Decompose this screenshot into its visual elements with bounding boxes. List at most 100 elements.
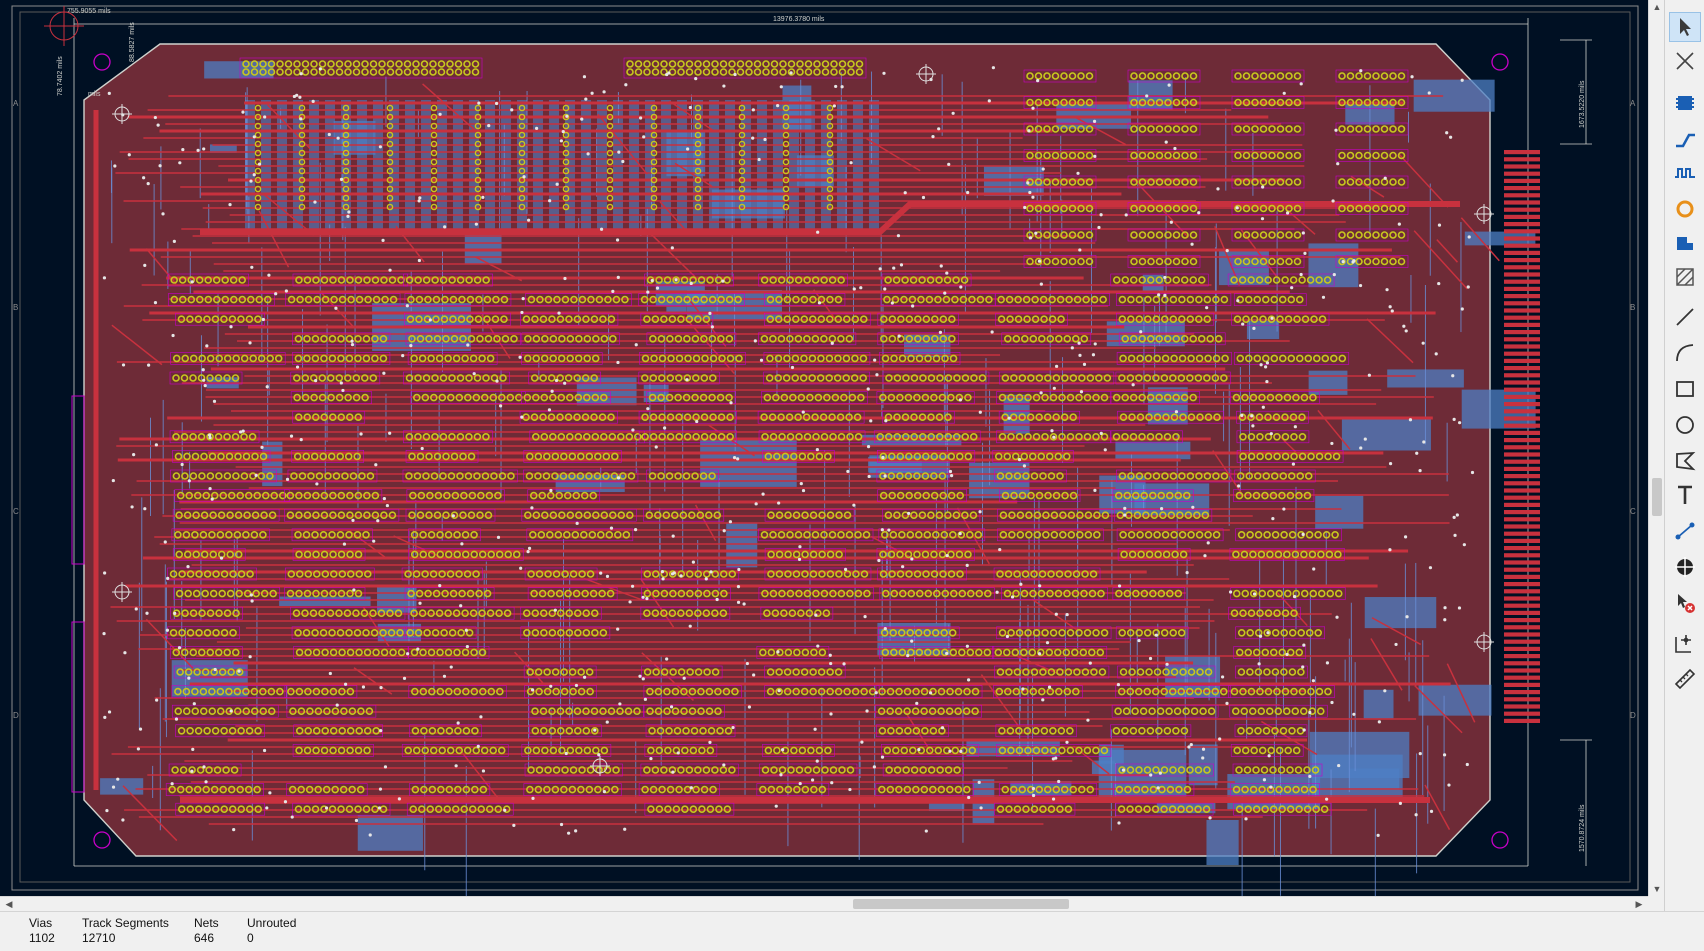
- pcb-board-view[interactable]: A B C D A B C D 13976.3780 mils 755.9055…: [0, 0, 1648, 896]
- horizontal-scrollbar[interactable]: ◀ ▶: [0, 896, 1648, 911]
- via: [1443, 618, 1447, 622]
- add-dimension-tool[interactable]: [1669, 516, 1701, 546]
- via: [1235, 206, 1239, 210]
- connector-finger: [1504, 164, 1540, 169]
- via: [1257, 662, 1261, 666]
- pcb-canvas[interactable]: A B C D A B C D 13976.3780 mils 755.9055…: [0, 0, 1648, 896]
- via: [202, 378, 206, 382]
- add-target-tool[interactable]: [1669, 552, 1701, 582]
- via: [688, 624, 692, 628]
- via: [574, 683, 579, 688]
- via: [1123, 513, 1127, 517]
- scroll-left-icon[interactable]: ◀: [2, 897, 16, 911]
- via: [1026, 181, 1030, 185]
- via: [257, 162, 262, 166]
- scroll-down-icon[interactable]: ▼: [1649, 882, 1665, 896]
- via: [860, 740, 864, 744]
- via: [1403, 535, 1408, 539]
- vertical-scrollbar[interactable]: ▲ ▼: [1648, 0, 1664, 896]
- via: [729, 401, 733, 405]
- via: [911, 304, 915, 308]
- dimension-left-units: mils: [88, 91, 101, 98]
- via: [1429, 809, 1434, 813]
- via: [810, 778, 815, 782]
- via: [931, 135, 935, 139]
- add-keepout-tool[interactable]: [1669, 262, 1701, 292]
- via: [328, 671, 332, 676]
- via: [265, 806, 269, 810]
- via: [616, 476, 621, 480]
- draw-arc-tool[interactable]: [1669, 338, 1701, 368]
- via: [621, 159, 625, 164]
- via: [1418, 469, 1422, 473]
- via: [945, 651, 949, 656]
- via: [1007, 416, 1011, 420]
- via: [883, 627, 887, 631]
- via: [1145, 94, 1149, 98]
- draw-polygon-tool[interactable]: [1669, 446, 1701, 476]
- via: [777, 501, 781, 505]
- via: [177, 646, 182, 650]
- connector-finger: [1504, 150, 1540, 155]
- add-zone-tool[interactable]: [1669, 228, 1701, 258]
- tune-length-tool[interactable]: [1669, 158, 1701, 188]
- add-text-tool[interactable]: [1669, 480, 1701, 510]
- via: [1038, 584, 1042, 588]
- route-track-tool[interactable]: [1669, 124, 1701, 154]
- via: [170, 782, 174, 786]
- mounting-hole: [93, 53, 111, 71]
- via: [671, 534, 675, 538]
- via: [721, 279, 725, 283]
- via: [878, 267, 882, 271]
- via: [848, 787, 852, 792]
- via: [641, 677, 645, 681]
- via: [1010, 595, 1015, 599]
- via: [715, 597, 719, 602]
- via: [1121, 768, 1126, 772]
- via: [563, 381, 567, 385]
- via: [454, 764, 458, 768]
- via: [378, 787, 383, 791]
- via: [181, 147, 185, 152]
- connector-finger: [1504, 243, 1540, 248]
- via: [689, 786, 693, 790]
- via: [553, 608, 557, 612]
- via: [1086, 718, 1090, 722]
- via: [147, 363, 151, 367]
- via: [688, 105, 692, 110]
- connector-finger: [1504, 668, 1540, 673]
- connector-finger: [1504, 200, 1540, 205]
- via: [1078, 353, 1082, 357]
- via: [252, 135, 256, 139]
- via: [1208, 816, 1212, 820]
- horizontal-scroll-thumb[interactable]: [853, 899, 1069, 909]
- set-origin-tool[interactable]: [1669, 628, 1701, 658]
- draw-rectangle-tool[interactable]: [1669, 374, 1701, 404]
- via: [260, 445, 264, 449]
- via: [567, 831, 571, 835]
- draw-circle-tool[interactable]: [1669, 410, 1701, 440]
- via: [550, 389, 554, 393]
- select-tool[interactable]: [1669, 12, 1701, 42]
- via: [670, 572, 675, 576]
- via: [1163, 293, 1167, 297]
- via: [790, 365, 795, 370]
- add-footprint-tool[interactable]: [1669, 88, 1701, 118]
- vertical-scroll-thumb[interactable]: [1652, 478, 1662, 516]
- draw-line-tool[interactable]: [1669, 302, 1701, 332]
- scroll-right-icon[interactable]: ▶: [1632, 897, 1646, 911]
- delete-tool[interactable]: [1669, 588, 1701, 618]
- via: [1410, 75, 1414, 79]
- via: [1251, 424, 1255, 428]
- local-ratsnest-tool[interactable]: [1669, 46, 1701, 76]
- via: [1282, 507, 1286, 511]
- via: [290, 815, 294, 819]
- measure-tool[interactable]: [1669, 664, 1701, 694]
- scroll-up-icon[interactable]: ▲: [1649, 0, 1665, 14]
- via: [565, 114, 569, 118]
- via: [593, 728, 597, 732]
- add-via-tool[interactable]: [1669, 194, 1701, 224]
- via: [1377, 720, 1381, 724]
- via: [1160, 507, 1164, 511]
- via: [1336, 162, 1340, 166]
